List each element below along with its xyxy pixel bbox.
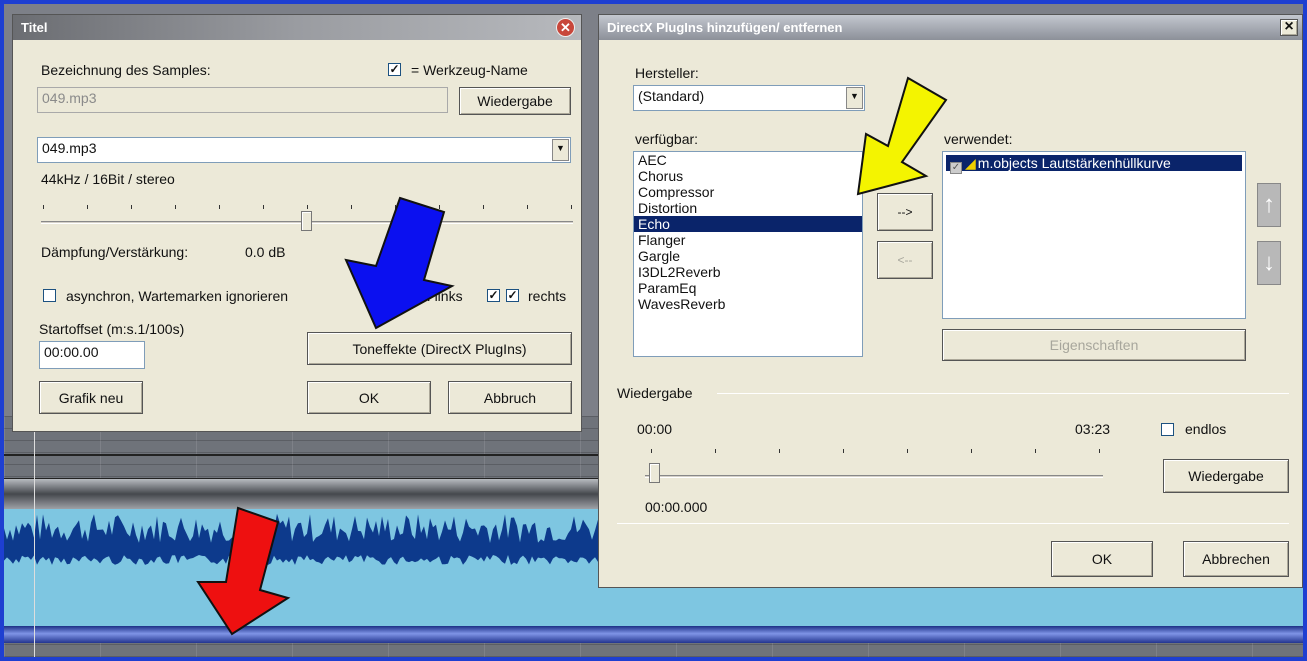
slider-tick [131,205,132,209]
dialog-title: DirectX PlugIns hinzufügen/ entfernen [607,20,843,35]
slider-tick [779,449,780,453]
envelope-bar[interactable] [4,626,1303,643]
slider-tick [651,449,652,453]
manufacturer-select[interactable]: (Standard) ▼ [633,85,865,111]
slider-tick [1035,449,1036,453]
ok-button[interactable]: OK [1051,541,1153,577]
list-item[interactable]: Flanger [634,232,862,248]
play-button[interactable]: Wiedergabe [459,87,571,115]
async-label: asynchron, Wartemarken ignorieren [66,288,289,304]
slider-tick [527,205,528,209]
cancel-button[interactable]: Abbrechen [1183,541,1289,577]
slider-tick [1099,449,1100,453]
slider-tick [87,205,88,209]
list-item-label: m.objects Lautstärkenhüllkurve [977,155,1171,171]
effects-button[interactable]: Toneffekte (DirectX PlugIns) [307,332,572,365]
slider-tick [219,205,220,209]
chevron-down-icon[interactable]: ▼ [846,87,863,109]
right-channel-checkbox[interactable]: ✓ [506,289,519,302]
list-item[interactable]: Echo [634,216,862,232]
gain-slider-thumb[interactable] [301,211,312,231]
list-item[interactable]: ✓ ◢ m.objects Lautstärkenhüllkurve [946,155,1242,174]
async-checkbox[interactable] [43,289,56,302]
list-item[interactable]: ParamEq [634,280,862,296]
bottom-separator [617,523,1289,524]
slider-tick [395,205,396,209]
startoffset-label: Startoffset (m:s.1/100s) [39,321,185,337]
position-slider-track[interactable] [645,475,1103,478]
redraw-button[interactable]: Grafik neu [39,381,143,414]
tool-name-label: = Werkzeug-Name [411,62,528,78]
close-icon[interactable]: ✕ [556,18,575,37]
playback-group-label: Wiedergabe [617,385,693,401]
manufacturer-value: (Standard) [638,88,705,104]
time-start: 00:00 [637,421,673,437]
list-item[interactable]: Chorus [634,168,862,184]
slider-tick [307,205,308,209]
titel-titlebar: Titel ✕ [13,15,581,40]
used-label: verwendet: [944,131,1013,147]
position-slider-thumb[interactable] [649,463,660,483]
directx-titlebar: DirectX PlugIns hinzufügen/ entfernen × [599,15,1302,40]
right-channel-label: rechts [528,288,567,304]
remove-plugin-button[interactable]: <-- [877,241,933,279]
properties-button[interactable]: Eigenschaften [942,329,1246,361]
envelope-icon: ◢ [965,155,976,171]
group-separator [717,393,1289,394]
list-item[interactable]: Gargle [634,248,862,264]
used-list[interactable]: ✓ ◢ m.objects Lautstärkenhüllkurve [942,151,1246,319]
slider-tick [483,205,484,209]
slider-tick [907,449,908,453]
sample-name-field[interactable]: 049.mp3 [37,87,448,113]
list-item[interactable]: I3DL2Reverb [634,264,862,280]
sample-label: Bezeichnung des Samples: [41,62,211,78]
slider-tick [439,205,440,209]
directx-dialog: DirectX PlugIns hinzufügen/ entfernen × … [598,14,1303,588]
slider-tick [43,205,44,209]
app-window: Titel ✕ Bezeichnung des Samples: ✓ = Wer… [4,4,1303,657]
loop-checkbox[interactable] [1161,423,1174,436]
manufacturer-label: Hersteller: [635,65,699,81]
available-label: verfügbar: [635,131,699,147]
list-item[interactable]: WavesReverb [634,296,862,312]
startoffset-input[interactable]: 00:00.00 [39,341,145,369]
file-select-value: 049.mp3 [42,140,97,156]
slider-tick [571,205,572,209]
close-button[interactable]: × [1280,19,1298,36]
tool-name-checkbox[interactable]: ✓ [388,63,401,76]
file-select[interactable]: 049.mp3 ▼ [37,137,571,163]
left-channel-checkbox[interactable]: ✓ [487,289,500,302]
dialog-title: Titel [21,20,48,35]
ok-button[interactable]: OK [307,381,431,414]
damping-value: 0.0 dB [245,244,286,260]
playhead-line[interactable] [34,416,35,657]
cancel-button[interactable]: Abbruch [448,381,572,414]
available-list[interactable]: AEC Chorus Compressor Distortion Echo Flanger… [633,151,863,357]
slider-tick [175,205,176,209]
format-info: 44kHz / 16Bit / stereo [41,171,175,187]
plugin-enabled-checkbox[interactable]: ✓ [950,162,962,174]
move-up-icon[interactable]: ↑ [1257,183,1281,227]
list-item[interactable]: Distortion [634,200,862,216]
list-item[interactable]: AEC [634,152,862,168]
playback-button[interactable]: Wiedergabe [1163,459,1289,493]
slider-tick [971,449,972,453]
list-item[interactable]: Compressor [634,184,862,200]
slider-tick [263,205,264,209]
titel-dialog: Titel ✕ Bezeichnung des Samples: ✓ = Wer… [12,14,582,432]
time-end: 03:23 [1075,421,1111,437]
slider-tick [843,449,844,453]
chevron-down-icon[interactable]: ▼ [552,139,569,161]
damping-label: Dämpfung/Verstärkung: [41,244,189,260]
loop-label: endlos [1185,421,1227,437]
position-value: 00:00.000 [645,499,708,515]
channels-label: e: links [419,288,463,304]
add-plugin-button[interactable]: --> [877,193,933,231]
slider-tick [715,449,716,453]
slider-tick [351,205,352,209]
move-down-icon[interactable]: ↓ [1257,241,1281,285]
